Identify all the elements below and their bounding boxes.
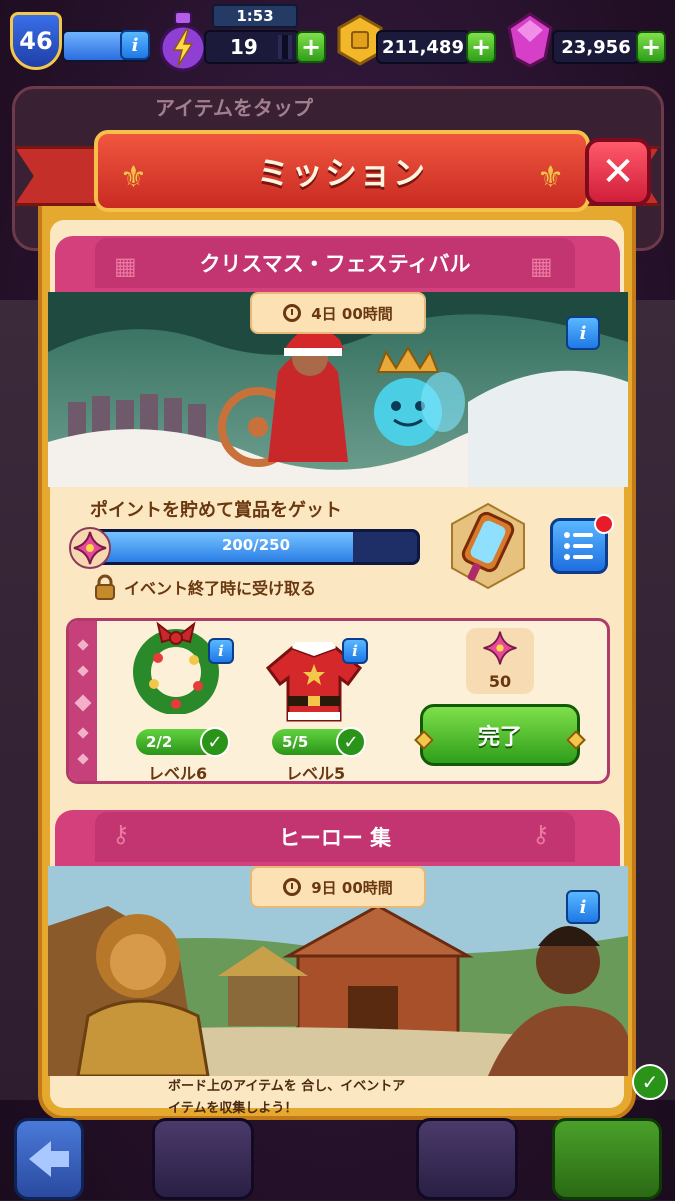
- xp-bar-fill: [64, 32, 123, 60]
- gem-value: 23,956: [561, 36, 631, 58]
- energy-bar-marker: [277, 35, 292, 59]
- add-gems-button[interactable]: +: [636, 31, 666, 63]
- heroes-title-text: ヒーロー 集: [278, 826, 392, 850]
- christmas-time-left: 4日 00時間: [311, 304, 393, 323]
- complete-button[interactable]: 完了: [414, 704, 586, 766]
- arrow-left-icon: [29, 1141, 69, 1177]
- wreath-item-icon[interactable]: [128, 618, 224, 714]
- player-level-badge[interactable]: 46: [10, 12, 62, 70]
- clock-icon: [283, 878, 302, 896]
- board-edge-right: [635, 300, 675, 1100]
- key-icon: ⚷: [112, 820, 130, 848]
- wreath-count-pill: 2/2 ✓: [136, 727, 230, 757]
- coat-level: レベル5: [286, 764, 346, 783]
- coin-counter: 211,489: [376, 30, 470, 64]
- lock-icon: [95, 574, 115, 600]
- complete-button-label: 完了: [477, 725, 522, 750]
- coat-count-pill: 5/5 ✓: [272, 727, 366, 757]
- fleur-ornament-icon: ⚜: [537, 160, 564, 195]
- event-point-icon: [483, 631, 517, 665]
- christmas-timer: 4日 00時間: [250, 292, 426, 334]
- coat-count: 5/5: [282, 733, 309, 751]
- top-hud: 46 i 1:53 19 + 211,489 + 23,956 +: [0, 0, 675, 80]
- modal-title: ミッション: [256, 154, 427, 192]
- notification-dot: [594, 514, 614, 534]
- calendar-icon: ▦: [114, 252, 137, 280]
- coin-value: 211,489: [382, 36, 464, 58]
- receive-note: イベント終了時に受け取る: [124, 579, 317, 598]
- wreath-count: 2/2: [146, 733, 173, 751]
- christmas-goal-text: ポイントを貯めて賞品をゲット: [90, 500, 342, 521]
- christmas-title-text: クリスマス・フェスティバル: [199, 252, 471, 276]
- clock-icon: [283, 304, 302, 322]
- check-icon: ✓: [200, 727, 230, 757]
- christmas-progress-bar: 200/250: [92, 529, 420, 565]
- calendar-icon: ▦: [530, 252, 553, 280]
- gem-icon: [507, 12, 553, 68]
- wreath-info-icon[interactable]: i: [208, 638, 234, 664]
- background-hint: アイテムをタップ: [155, 96, 313, 120]
- energy-potion-icon: [159, 11, 207, 72]
- receive-note-row: イベント終了時に受け取る: [94, 574, 316, 600]
- heroes-description: ボード上のアイテムを 合し、イベントアイテムを収集しよう！: [168, 1079, 406, 1116]
- energy-value: 19: [230, 35, 258, 59]
- mission-title-banner: ⚜ ミッション ⚜: [14, 122, 660, 222]
- nav-button-quests[interactable]: [552, 1118, 662, 1200]
- gem-counter: 23,956: [552, 30, 640, 64]
- mirror-prize-icon[interactable]: [446, 500, 530, 592]
- christmas-section-title: クリスマス・フェスティバル: [95, 238, 575, 288]
- ribbon-main: ⚜ ミッション ⚜: [94, 130, 590, 212]
- coat-info-icon[interactable]: i: [342, 638, 368, 664]
- christmas-info-icon[interactable]: i: [566, 316, 600, 350]
- nav-button-shop[interactable]: [416, 1118, 518, 1200]
- wreath-level: レベル6: [148, 764, 208, 783]
- energy-counter: 19: [204, 30, 300, 64]
- check-icon: ✓: [632, 1064, 668, 1100]
- energy-timer: 1:53: [212, 4, 298, 28]
- close-button[interactable]: ✕: [585, 138, 651, 206]
- heroes-section-title: ヒーロー 集: [95, 812, 575, 862]
- back-button[interactable]: [14, 1118, 84, 1200]
- check-icon: ✓: [336, 727, 366, 757]
- heroes-info-icon[interactable]: i: [566, 890, 600, 924]
- add-energy-button[interactable]: +: [296, 31, 326, 63]
- nav-button-tower[interactable]: [152, 1118, 254, 1200]
- reward-points-value: 50: [488, 672, 512, 691]
- key-icon: ⚷: [532, 820, 550, 848]
- add-coins-button[interactable]: +: [466, 31, 496, 63]
- board-edge-left: [0, 300, 40, 1100]
- xp-info-icon[interactable]: i: [120, 30, 150, 60]
- event-point-icon: [69, 527, 111, 569]
- heroes-timer: 9日 00時間: [250, 866, 426, 908]
- christmas-progress-label: 200/250: [221, 536, 291, 554]
- fleur-ornament-icon: ⚜: [120, 160, 147, 195]
- heroes-time-left: 9日 00時間: [311, 878, 393, 897]
